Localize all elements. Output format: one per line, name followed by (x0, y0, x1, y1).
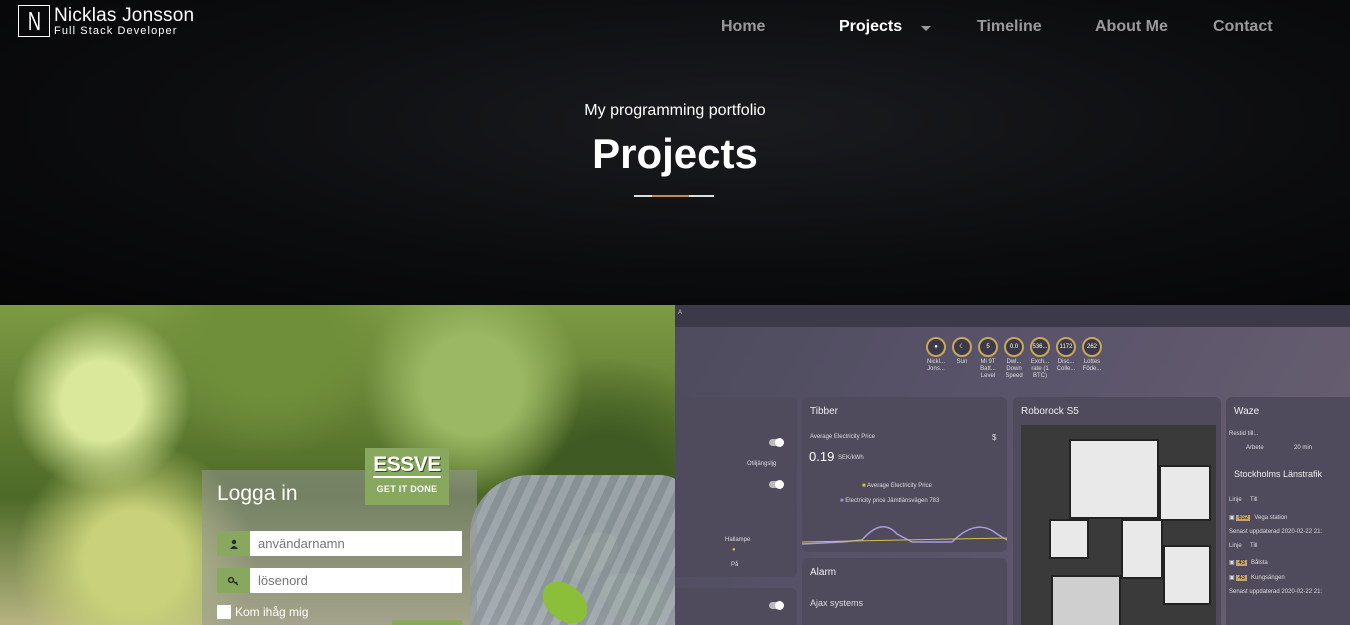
login-button[interactable] (392, 620, 462, 625)
map-room (1051, 575, 1121, 625)
badge: 5 Mi 9T Batt... Level (977, 337, 999, 381)
bus-icon: ▣ (1229, 515, 1235, 521)
badge: ☾ Sun (951, 337, 973, 381)
chevron-down-icon[interactable] (921, 26, 931, 31)
main-nav: Home Projects Timeline About Me Contact (0, 18, 1350, 40)
toggle-switch[interactable] (769, 480, 784, 489)
nav-timeline[interactable]: Timeline (977, 18, 1042, 36)
map-room (1163, 545, 1211, 605)
card-title: Waze (1234, 406, 1260, 417)
card-title: Tibber (810, 406, 838, 417)
badge: 536... Exch... rate (1 BTC) (1029, 337, 1051, 381)
key-icon (217, 568, 250, 593)
bus-icon: ▣ (1229, 575, 1235, 581)
sl-title: Stockholms Länstrafik (1234, 469, 1323, 479)
password-input[interactable] (250, 568, 462, 593)
user-icon (217, 531, 250, 556)
password-field (217, 568, 462, 593)
card-title: Roborock S5 (1021, 406, 1079, 417)
hero-section: N Nicklas Jonsson Full Stack Developer H… (0, 0, 1350, 305)
lights-card: Otiljängsljg Hallampe ● På (675, 397, 797, 577)
price-line-chart (802, 526, 1007, 545)
person-icon: ● (926, 337, 946, 357)
login-panel: Logga in ESSVE GET IT DONE Kom ihåg mig (202, 448, 477, 625)
login-title: Logga in (217, 482, 298, 505)
nav-contact[interactable]: Contact (1213, 18, 1273, 36)
remember-me[interactable]: Kom ihåg mig (217, 605, 308, 619)
nav-home[interactable]: Home (721, 18, 765, 36)
alarm-card: Alarm Ajax systems (802, 558, 1007, 625)
card-title: Alarm (810, 567, 837, 578)
topbar-text: A (678, 310, 683, 316)
project-card-essve[interactable]: Logga in ESSVE GET IT DONE Kom ihåg mig (0, 305, 675, 625)
map-room (1069, 439, 1159, 519)
page-title: Projects (592, 130, 758, 177)
remember-checkbox[interactable] (217, 605, 231, 619)
brand-tagline: GET IT DONE (376, 484, 438, 494)
floor-map (1021, 425, 1216, 625)
remember-label: Kom ihåg mig (235, 605, 309, 619)
project-card-home-assistant[interactable]: A ● Nickl... Jons... ☾ Sun 5 Mi 9T Batt... … (675, 305, 1350, 625)
badge: ● Nickl... Jons... (925, 337, 947, 381)
toggle-switch[interactable] (769, 438, 784, 447)
map-room (1049, 519, 1089, 559)
switch-card (675, 588, 797, 625)
hero-subtitle: My programming portfolio (584, 102, 766, 119)
waze-card: Waze Restid till... Arbete 20 min Stockh… (1226, 397, 1350, 625)
moon-icon: ☾ (952, 337, 972, 357)
bulb-icon: ● (732, 547, 736, 553)
dashboard-topbar: A (675, 305, 1350, 327)
nav-projects[interactable]: Projects (839, 18, 902, 36)
badge: 0.0 Dwl... Down Speed (1003, 337, 1025, 381)
brand-name: ESSVE (373, 453, 441, 478)
roborock-card: Roborock S5 (1013, 397, 1221, 625)
badge: 1172 Disc... Colle... (1055, 337, 1077, 381)
title-divider (634, 195, 714, 197)
toggle-switch[interactable] (769, 601, 784, 610)
badge-row: ● Nickl... Jons... ☾ Sun 5 Mi 9T Batt... Le… (925, 337, 1103, 381)
tibber-card: Tibber Average Electricity Price $ 0.19 … (802, 397, 1007, 552)
bus-icon: ▣ (1229, 560, 1235, 566)
username-field (217, 531, 462, 556)
map-room (1159, 465, 1211, 521)
username-input[interactable] (250, 531, 462, 556)
map-room (1121, 519, 1163, 579)
nav-about[interactable]: About Me (1095, 18, 1168, 36)
badge: 262 Lottes Föde... (1081, 337, 1103, 381)
essve-logo: ESSVE GET IT DONE (365, 448, 449, 505)
